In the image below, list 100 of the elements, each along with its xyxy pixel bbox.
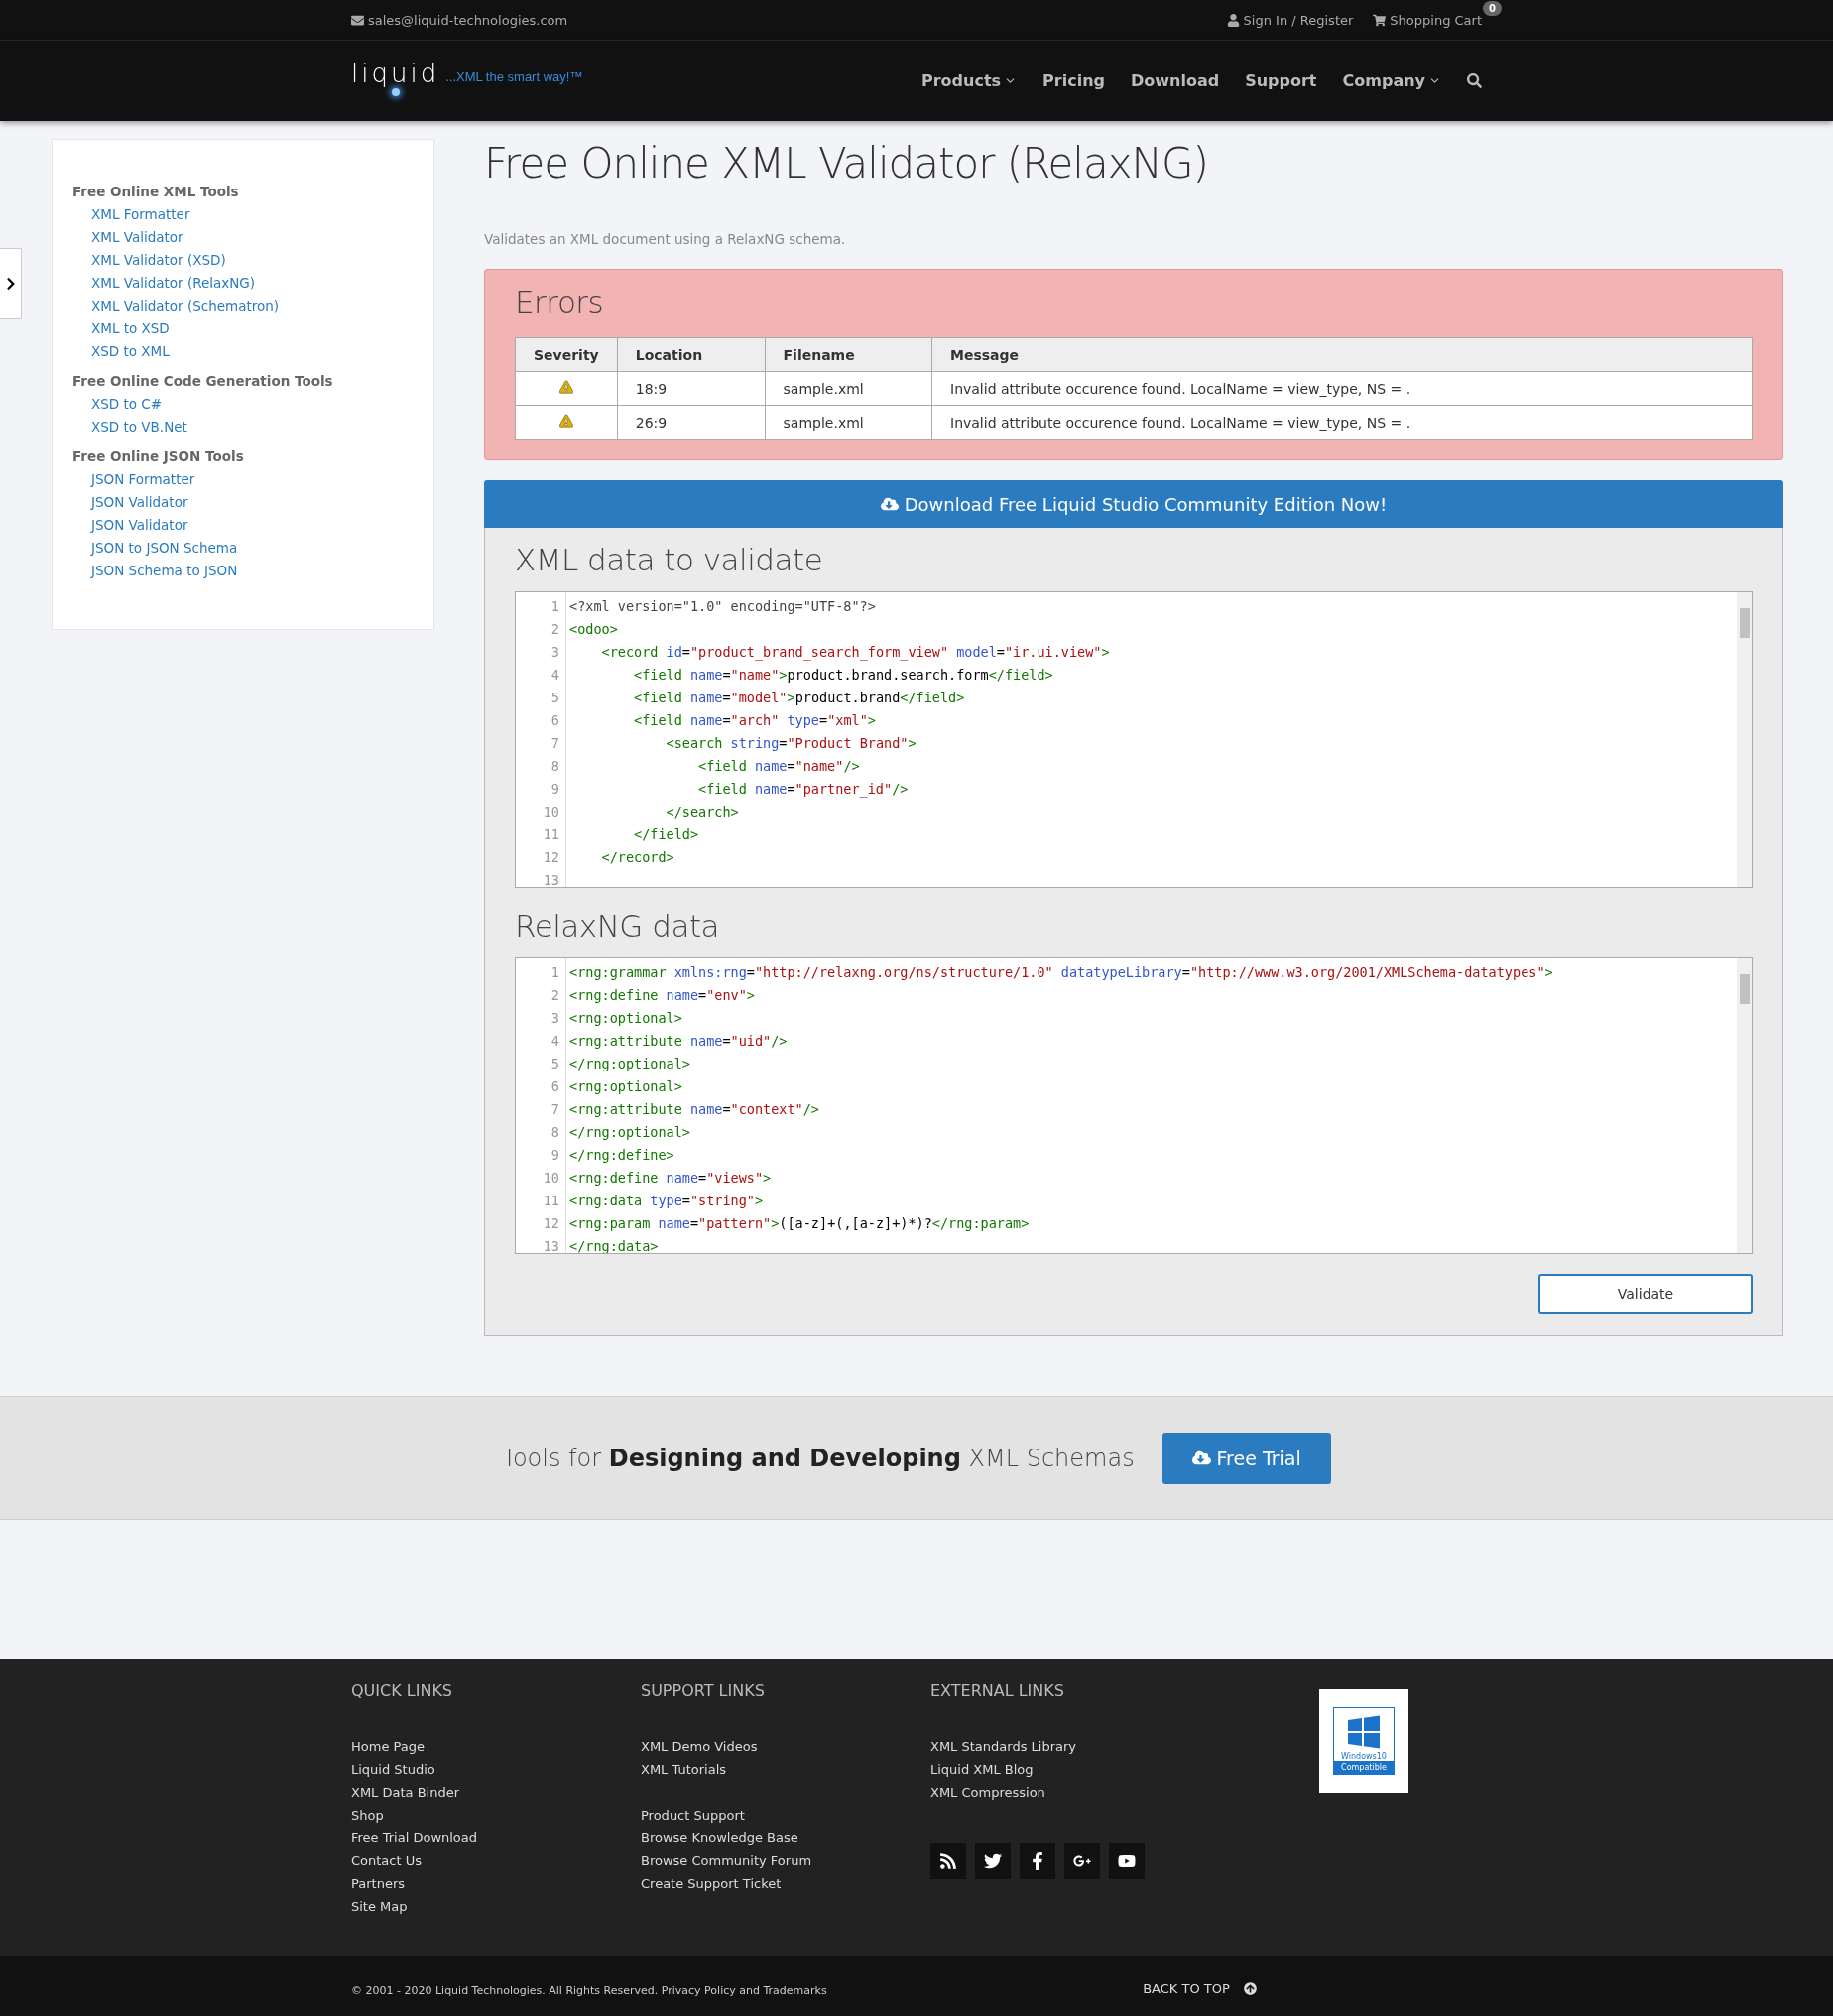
footer-heading: SUPPORT LINKS: [641, 1681, 766, 1700]
social-button[interactable]: [1109, 1843, 1145, 1879]
code-line: <field name="name">product.brand.search.form</field>: [633, 666, 1054, 685]
youtube-icon: [1118, 1852, 1136, 1870]
code-line: <rng:attribute name="context"/>: [569, 1100, 820, 1119]
social-button[interactable]: [1020, 1843, 1055, 1879]
sidebar-heading: Free Online JSON Tools: [72, 448, 245, 464]
sidebar-link[interactable]: JSON Schema to JSON: [91, 560, 414, 582]
footer-heading: EXTERNAL LINKS: [930, 1681, 1065, 1700]
promo-text: Tools for Designing and Developing XML Schemas: [502, 1444, 1135, 1472]
footer-link[interactable]: Liquid Studio: [351, 1758, 641, 1781]
code-editor[interactable]: [515, 957, 1753, 1254]
nav-link[interactable]: Company: [1342, 71, 1441, 90]
footer-link[interactable]: Partners: [351, 1872, 641, 1895]
cart-count: 0: [1483, 0, 1502, 16]
line-number: 4: [550, 666, 560, 685]
sidebar-link[interactable]: XML Validator (RelaxNG): [91, 272, 414, 295]
sidebar-toggle[interactable]: [0, 248, 22, 319]
envelope-icon: [351, 13, 364, 27]
line-number: 5: [550, 1055, 560, 1073]
footer-link[interactable]: Create Support Ticket: [641, 1872, 930, 1895]
search-icon[interactable]: [1467, 73, 1482, 88]
scrollbar[interactable]: [1737, 592, 1752, 887]
table-cell: sample.xml: [765, 371, 932, 406]
line-number: 9: [550, 780, 560, 799]
sidebar-link[interactable]: JSON Validator: [91, 491, 414, 514]
back-to-top-link[interactable]: BACK TO TOP: [1143, 1980, 1257, 1996]
code-line: <rng:data type="string">: [569, 1192, 765, 1210]
download-banner[interactable]: Download Free Liquid Studio Community Edition Now!: [484, 480, 1783, 528]
footer-link[interactable]: Browse Knowledge Base: [641, 1827, 930, 1849]
sidebar-link[interactable]: JSON Formatter: [91, 468, 414, 491]
validate-button[interactable]: Validate: [1538, 1274, 1753, 1314]
line-number: 10: [542, 803, 560, 821]
footer-link[interactable]: XML Compression: [930, 1781, 1220, 1804]
footer-link[interactable]: XML Demo Videos: [641, 1735, 930, 1758]
footer-link[interactable]: Product Support: [641, 1804, 930, 1827]
code-line: <record id="product_brand_search_form_view" model="ir.ui.view">: [600, 643, 1111, 663]
code-line: <?xml version="1.0" encoding="UTF-8"?>: [569, 597, 877, 616]
nav-link[interactable]: Download: [1131, 71, 1220, 90]
line-number: 2: [550, 986, 560, 1005]
footer-link[interactable]: XML Tutorials: [641, 1758, 930, 1781]
tagline: ...XML the smart way!™: [445, 69, 583, 84]
arrow-up-icon: [1243, 1981, 1257, 1995]
line-number: 9: [550, 1146, 560, 1165]
column-header: Severity: [515, 337, 618, 372]
footer-link[interactable]: Liquid XML Blog: [930, 1758, 1220, 1781]
sidebar-link[interactable]: XSD to XML: [91, 340, 414, 363]
scrollbar[interactable]: [1737, 958, 1752, 1253]
page-title: Free Online XML Validator (RelaxNG): [484, 139, 1209, 188]
footer-link[interactable]: XML Standards Library: [930, 1735, 1220, 1758]
line-number: 1: [550, 597, 560, 616]
footer-link[interactable]: XML Data Binder: [351, 1781, 641, 1804]
line-number: 3: [550, 1009, 560, 1028]
footer-link[interactable]: Home Page: [351, 1735, 641, 1758]
social-button[interactable]: [930, 1843, 966, 1879]
line-number: 5: [550, 689, 560, 707]
cart-icon: [1373, 13, 1387, 27]
nav-link[interactable]: Support: [1245, 71, 1317, 90]
windows-logo-icon: [1346, 1713, 1382, 1750]
code-line: </search>: [665, 803, 740, 821]
sidebar-link[interactable]: XML Validator (Schematron): [91, 295, 414, 317]
editor-heading: XML data to validate: [515, 542, 824, 577]
social-button[interactable]: [975, 1843, 1011, 1879]
footer-link[interactable]: Site Map: [351, 1895, 641, 1918]
footer-link[interactable]: Contact Us: [351, 1849, 641, 1872]
sidebar-link[interactable]: XML Validator (XSD): [91, 249, 414, 272]
logo[interactable]: liquid: [351, 60, 440, 86]
social-button[interactable]: [1064, 1843, 1100, 1879]
code-line: <field name="arch" type="xml">: [633, 711, 877, 730]
line-number: 11: [542, 1192, 560, 1210]
code-line: <rng:define name="env">: [569, 986, 756, 1005]
line-number: 7: [550, 1100, 560, 1119]
column-header: Filename: [765, 337, 932, 372]
sidebar-link[interactable]: XSD to VB.Net: [91, 416, 414, 439]
code-line: <rng:define name="views">: [569, 1169, 773, 1188]
line-number: 12: [542, 1214, 560, 1233]
footer-link[interactable]: Browse Community Forum: [641, 1849, 930, 1872]
nav-link[interactable]: Products: [920, 71, 1018, 90]
cloud-download-icon: [1191, 1449, 1211, 1467]
sidebar-link[interactable]: XML Formatter: [91, 203, 414, 226]
code-line: <field name="name"/>: [697, 757, 861, 776]
footer-link[interactable]: Free Trial Download: [351, 1827, 641, 1849]
email-link[interactable]: sales@liquid-technologies.com: [351, 12, 568, 28]
line-number: 13: [542, 1237, 560, 1253]
sidebar-link[interactable]: JSON to JSON Schema: [91, 537, 414, 560]
code-line: <rng:optional>: [569, 1077, 683, 1096]
table-cell: 26:9: [617, 405, 766, 440]
line-number: 8: [550, 757, 560, 776]
sign-in-link[interactable]: Sign In / Register: [1226, 12, 1354, 28]
sidebar-link[interactable]: JSON Validator: [91, 514, 414, 537]
sidebar-link[interactable]: XSD to C#: [91, 393, 414, 416]
nav-link[interactable]: Pricing: [1042, 71, 1105, 90]
sidebar-link[interactable]: XML to XSD: [91, 317, 414, 340]
footer-link[interactable]: Shop: [351, 1804, 641, 1827]
code-line: <rng:attribute name="uid"/>: [569, 1032, 789, 1051]
badge-label: Compatible: [1334, 1760, 1394, 1774]
code-line: <rng:optional>: [569, 1009, 683, 1028]
free-trial-button[interactable]: Free Trial: [1161, 1432, 1331, 1484]
sidebar-link[interactable]: XML Validator: [91, 226, 414, 249]
warning-icon: [558, 414, 573, 428]
